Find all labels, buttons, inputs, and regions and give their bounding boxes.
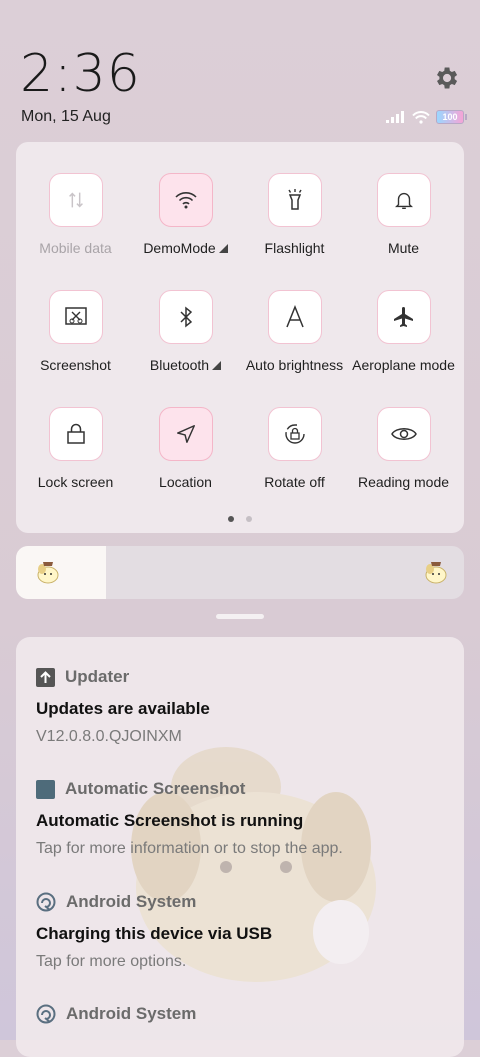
rotate-lock-icon [284,424,305,444]
notification-header: Android System [36,1004,444,1024]
tile-label: Mute [387,240,420,256]
rotate-off-button[interactable] [267,407,322,461]
brightness-slider[interactable] [16,546,464,599]
screenshot-button[interactable] [48,290,103,344]
notification-text: Tap for more information or to stop the … [36,840,343,857]
aeroplane-mode-button[interactable] [376,290,431,344]
pudding-dog-high-icon [425,562,447,584]
screenshot-icon [64,307,87,325]
notification-updater[interactable]: Updater Updates are available V12.0.8.0.… [36,667,444,746]
notification-text: Tap for more options. [36,953,187,970]
notification-text: V12.0.8.0.QJOINXM [36,728,182,745]
upload-icon [36,667,55,687]
expand-triangle-icon [218,244,228,253]
lock-icon [66,423,85,444]
wifi-icon [174,192,197,209]
tile-screenshot[interactable]: Screenshot [21,290,130,373]
auto-brightness-button[interactable] [267,290,322,344]
tile-label-row: Bluetooth [131,357,240,373]
android-system-icon [36,1004,56,1024]
tile-label: Bluetooth [149,357,210,373]
android-system-icon [36,892,56,912]
tile-label: DemoMode [143,240,216,256]
notification-header: Automatic Screenshot [36,779,444,799]
tile-aeroplane-mode[interactable]: Aeroplane mode [349,290,458,373]
notification-android-system[interactable]: Android System [36,1004,444,1024]
tile-bluetooth[interactable]: Bluetooth [131,290,240,373]
notification-header: Updater [36,667,444,687]
location-icon [176,425,195,443]
mute-button[interactable] [376,173,431,227]
drag-handle[interactable] [216,614,264,619]
tile-lock-screen[interactable]: Lock screen [21,407,130,490]
demomode-button[interactable] [158,173,213,227]
date[interactable]: Mon, 15 Aug [21,108,111,126]
notification-app-name: Automatic Screenshot [65,779,246,798]
expand-triangle-icon [212,361,222,370]
notification-header: Android System [36,892,444,912]
bluetooth-icon [179,306,192,328]
tile-rotate-off[interactable]: Rotate off [240,407,349,490]
reading-mode-button[interactable] [376,407,431,461]
bell-icon [394,192,413,209]
signal-icon [386,111,404,123]
notification-app-name: Android System [66,1004,197,1023]
tile-label: Reading mode [357,474,450,490]
page-indicator [16,516,464,522]
notification-android-system-usb[interactable]: Android System Charging this device via … [36,892,444,971]
auto-brightness-icon [285,305,304,328]
notification-title: Charging this device via USB [36,924,273,943]
notification-automatic-screenshot[interactable]: Automatic Screenshot Automatic Screensho… [36,779,444,858]
app-square-icon [36,779,55,799]
tile-location[interactable]: Location [131,407,240,490]
eye-icon [390,428,417,440]
quick-settings-panel: Mobile data DemoMode Flashlight Mute Scr… [16,142,464,533]
tile-label: Location [159,474,212,490]
notification-panel: Updater Updates are available V12.0.8.0.… [16,637,464,1057]
clock[interactable]: 2:36 [20,44,141,104]
tile-label: Aeroplane mode [352,357,455,373]
tile-label: Mobile data [39,240,112,256]
tile-label: Rotate off [264,474,325,490]
page-dot[interactable] [228,516,234,522]
airplane-icon [393,307,413,327]
wifi-status-icon [412,110,430,124]
battery-icon: 100 [436,110,467,124]
tile-flashlight[interactable]: Flashlight [240,173,349,256]
notification-title: Automatic Screenshot is running [36,811,304,830]
lock-screen-button[interactable] [48,407,103,461]
notification-app-name: Updater [65,667,130,686]
notification-title: Updates are available [36,699,210,718]
tile-label: Screenshot [40,357,111,373]
location-button[interactable] [158,407,213,461]
pudding-dog-low-icon [37,562,59,584]
mobile-data-button[interactable] [48,173,103,227]
tile-auto-brightness[interactable]: Auto brightness [240,290,349,373]
tile-label: Auto brightness [245,357,344,373]
page-dot[interactable] [246,516,252,522]
mobile-data-icon [68,192,83,208]
flashlight-icon [287,189,302,210]
tile-mobile-data[interactable]: Mobile data [21,173,130,256]
gear-icon[interactable] [432,64,460,92]
tile-reading-mode[interactable]: Reading mode [349,407,458,490]
notification-app-name: Android System [66,892,197,911]
status-icons: 100 [386,110,467,124]
tile-label-row: DemoMode [131,240,240,256]
bluetooth-button[interactable] [158,290,213,344]
tile-demomode[interactable]: DemoMode [131,173,240,256]
tile-label: Flashlight [264,240,325,256]
flashlight-button[interactable] [267,173,322,227]
tile-mute[interactable]: Mute [349,173,458,256]
tile-label: Lock screen [37,474,114,490]
